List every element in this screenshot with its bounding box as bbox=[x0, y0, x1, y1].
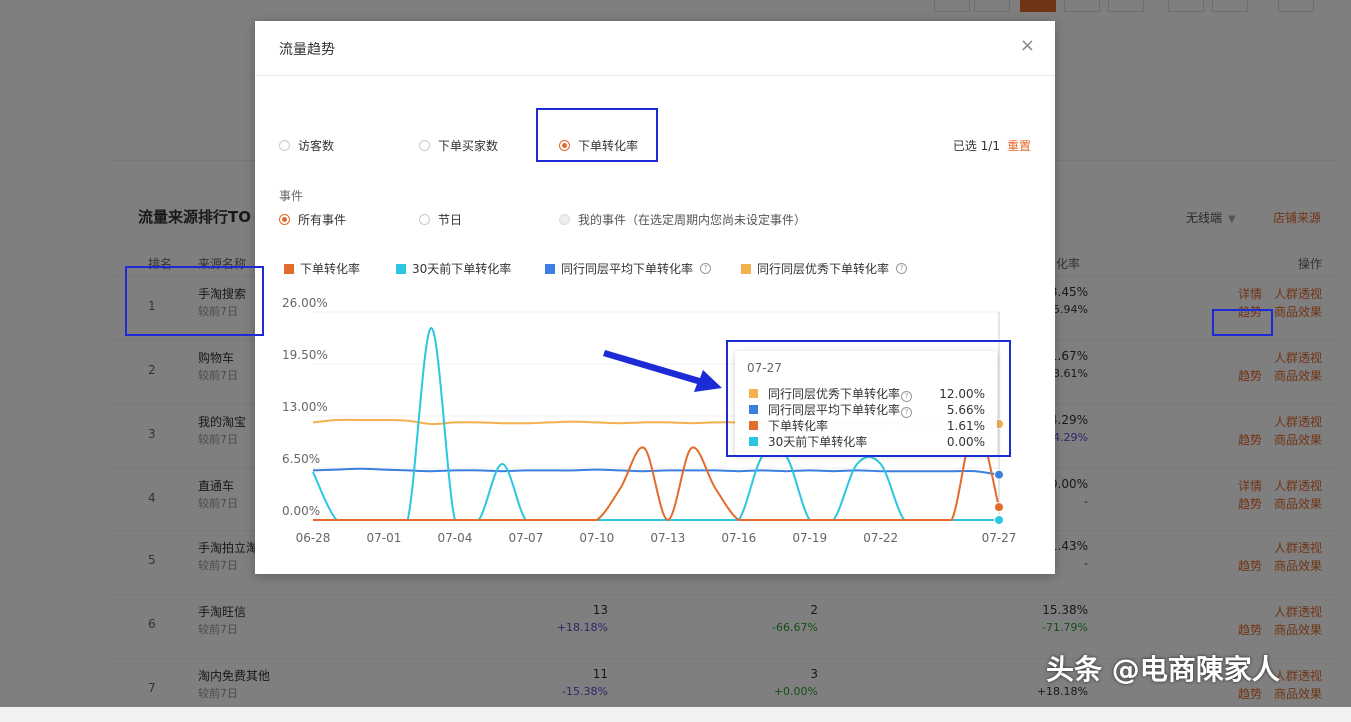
annotation-arrow-icon bbox=[603, 350, 722, 392]
watermark: 头条 @电商陳家人 bbox=[1046, 653, 1280, 686]
